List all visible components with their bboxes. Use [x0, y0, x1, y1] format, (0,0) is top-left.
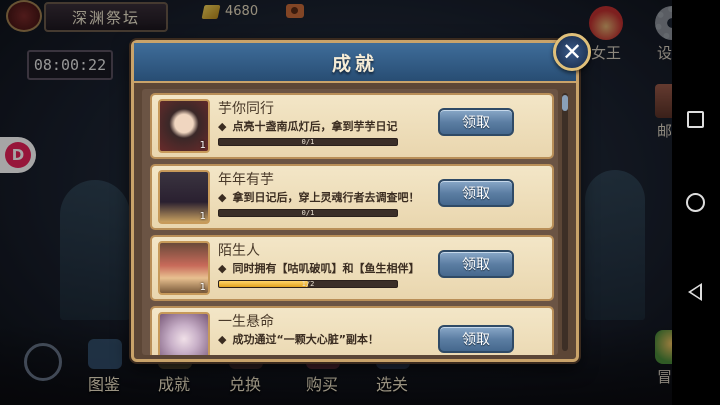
- progress-text: 0/1: [301, 209, 315, 217]
- scroll-thumb[interactable]: [562, 95, 568, 111]
- claim-button[interactable]: 领取: [438, 108, 514, 136]
- dialog-title: 成就: [331, 52, 378, 75]
- achievement-progress: 0/1: [218, 138, 398, 146]
- reward-count: 1: [199, 140, 206, 151]
- reward-count: 1: [199, 211, 206, 222]
- achievements-dialog: 成就 1 芋你同行 ◆ 点亮十盏南瓜灯后，拿到芋芋日记 0/1 领取 1 年年有芋…: [131, 40, 579, 362]
- achievement-name: 陌生人: [218, 243, 260, 259]
- achievement-list[interactable]: 1 芋你同行 ◆ 点亮十盏南瓜灯后，拿到芋芋日记 0/1 领取 1 年年有芋 ◆ 拿…: [142, 89, 558, 355]
- claim-button[interactable]: 领取: [438, 179, 514, 207]
- close-button[interactable]: ✕: [553, 33, 591, 71]
- achievement-desc-text: 成功通过“一颗大心脏”副本！: [232, 333, 379, 346]
- progress-text: 0/1: [301, 138, 315, 146]
- achievement-portrait: 1: [158, 241, 210, 295]
- home-icon[interactable]: [686, 193, 705, 212]
- achievement-progress: 0/1: [218, 209, 398, 217]
- claim-button[interactable]: 领取: [438, 250, 514, 278]
- recent-apps-icon[interactable]: [687, 111, 704, 128]
- achievement-card: 1 芋你同行 ◆ 点亮十盏南瓜灯后，拿到芋芋日记 0/1 领取: [150, 93, 554, 159]
- achievement-name: 一生悬命: [218, 314, 274, 330]
- achievement-card: 1 年年有芋 ◆ 拿到日记后，穿上灵魂行者去调查吧！ 0/1 领取: [150, 164, 554, 230]
- reward-count: 1: [199, 282, 206, 293]
- back-icon[interactable]: [688, 283, 702, 301]
- achievement-desc-text: 拿到日记后，穿上灵魂行者去调查吧！: [232, 191, 420, 204]
- achievement-desc-text: 同时拥有【咕叽破叽】和【鱼生相伴】: [232, 262, 420, 275]
- achievement-name: 芋你同行: [218, 101, 274, 117]
- achievement-card: 一生悬命 ◆ 成功通过“一颗大心脏”副本！ 领取: [150, 306, 554, 355]
- achievement-card: 1 陌生人 ◆ 同时拥有【咕叽破叽】和【鱼生相伴】 1/2 领取: [150, 235, 554, 301]
- claim-button[interactable]: 领取: [438, 325, 514, 353]
- achievement-description: ◆ 成功通过“一颗大心脏”副本！: [218, 333, 379, 346]
- achievement-portrait: 1: [158, 170, 210, 224]
- system-nav-bar: [672, 0, 720, 405]
- achievement-description: ◆ 拿到日记后，穿上灵魂行者去调查吧！: [218, 191, 420, 204]
- progress-text: 1/2: [301, 280, 315, 288]
- achievement-portrait: 1: [158, 99, 210, 153]
- list-scrollbar[interactable]: [562, 93, 568, 351]
- achievement-description: ◆ 点亮十盏南瓜灯后，拿到芋芋日记: [218, 120, 398, 133]
- achievement-desc-text: 点亮十盏南瓜灯后，拿到芋芋日记: [232, 120, 398, 133]
- dialog-header: 成就: [134, 43, 576, 83]
- achievement-name: 年年有芋: [218, 172, 274, 188]
- achievement-description: ◆ 同时拥有【咕叽破叽】和【鱼生相伴】: [218, 262, 420, 275]
- close-icon: ✕: [561, 38, 583, 66]
- achievement-progress: 1/2: [218, 280, 398, 288]
- achievement-portrait: [158, 312, 210, 355]
